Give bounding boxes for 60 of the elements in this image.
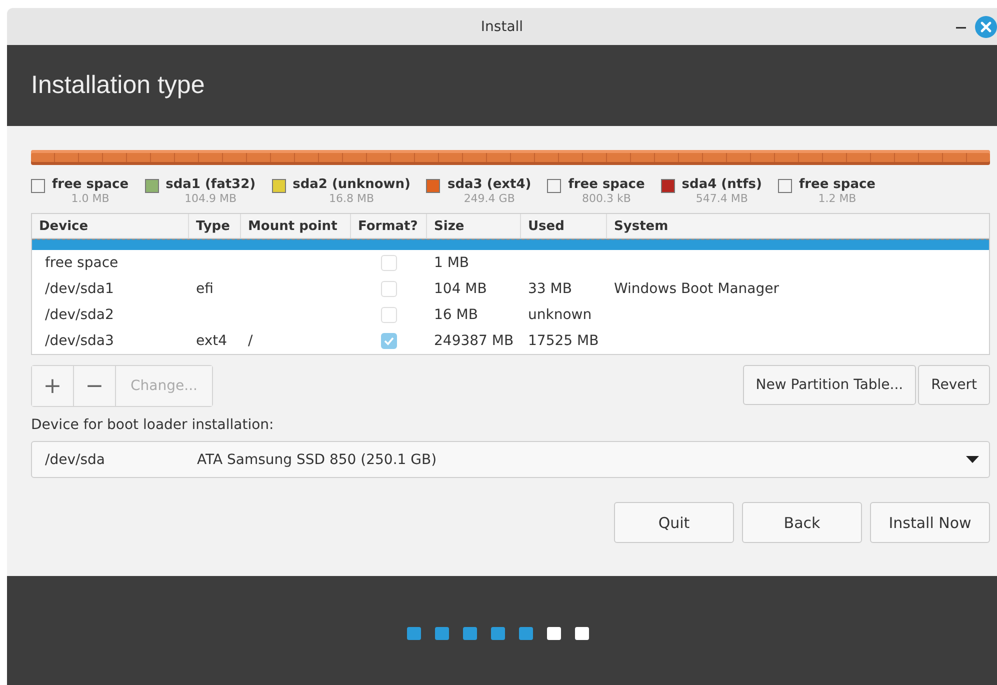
table-cell: /dev/sda3 [45,333,114,349]
dialog-button[interactable]: Install Now [870,502,990,543]
check-icon [383,336,395,346]
remove-button[interactable]: − [74,366,116,406]
new-partition-table-button[interactable]: New Partition Table... [742,365,916,405]
column-header[interactable]: Size [427,214,521,238]
table-cell: free space [45,255,118,271]
table-cell: efi [196,281,214,297]
legend-size: 249.4 GB [464,192,515,205]
column-header[interactable]: Format? [351,214,427,238]
legend-size: 104.9 MB [184,192,237,205]
legend-label: sda3 (ext4) [447,177,532,192]
table-row[interactable] [32,239,989,250]
add-button[interactable]: + [32,366,74,406]
column-header[interactable]: Device [32,214,189,238]
boot-loader-dropdown[interactable]: /dev/sda ATA Samsung SSD 850 (250.1 GB) [31,441,990,478]
table-cell: 1 MB [434,255,470,271]
revert-button[interactable]: Revert [918,365,990,405]
legend-size: 1.2 MB [818,192,856,205]
legend-label: sda2 (unknown) [292,177,410,192]
table-row[interactable]: free space 1 MB [32,250,989,276]
table-cell: 16 MB [434,307,478,323]
legend-size: 16.8 MB [329,192,374,205]
close-icon[interactable] [975,16,997,38]
caret-icon [966,456,979,464]
legend-label: free space [52,177,129,192]
window-title: Install [480,18,524,34]
boot-loader-label: Device for boot loader installation: [31,417,275,433]
legend-size: 800.3 kB [582,192,631,205]
table-cell: Windows Boot Manager [614,281,779,297]
legend-size: 1.0 MB [71,192,110,205]
table-cell: 104 MB [434,281,487,297]
format-checkbox[interactable] [381,333,397,349]
legend-label: free space [568,177,645,192]
column-header[interactable]: Type [189,214,241,238]
table-cell: 17525 MB [528,333,599,349]
format-checkbox[interactable] [381,307,397,323]
table-row[interactable]: /dev/sda2 16 MB unknown [32,302,989,328]
table-row[interactable]: /dev/sda3 ext4 / 249387 MB 17525 MB [32,328,989,354]
format-checkbox[interactable] [381,255,397,271]
table-cell: /dev/sda2 [45,307,114,323]
dialog-button[interactable]: Back [742,502,862,543]
table-cell: / [248,333,253,349]
legend-size: 547.4 MB [696,192,748,205]
legend-label: sda4 (ntfs) [682,177,762,192]
dialog-button[interactable]: Quit [614,502,734,543]
table-cell: 33 MB [528,281,572,297]
column-header[interactable]: System [607,214,989,238]
table-cell: ext4 [196,333,228,349]
minimize-icon[interactable] [955,26,967,29]
page-title: Installation type [31,71,205,100]
table-row[interactable]: /dev/sda1 efi 104 MB 33 MB Windows Boot Manager [32,276,989,302]
table-cell: /dev/sda1 [45,281,114,297]
legend-label: free space [798,177,876,192]
format-checkbox[interactable] [381,281,397,297]
table-cell: 249387 MB [434,333,514,349]
legend-label: sda1 (fat32) [166,177,256,192]
column-header[interactable]: Mount point [241,214,351,238]
column-header[interactable]: Used [521,214,607,238]
table-cell: unknown [528,307,592,323]
